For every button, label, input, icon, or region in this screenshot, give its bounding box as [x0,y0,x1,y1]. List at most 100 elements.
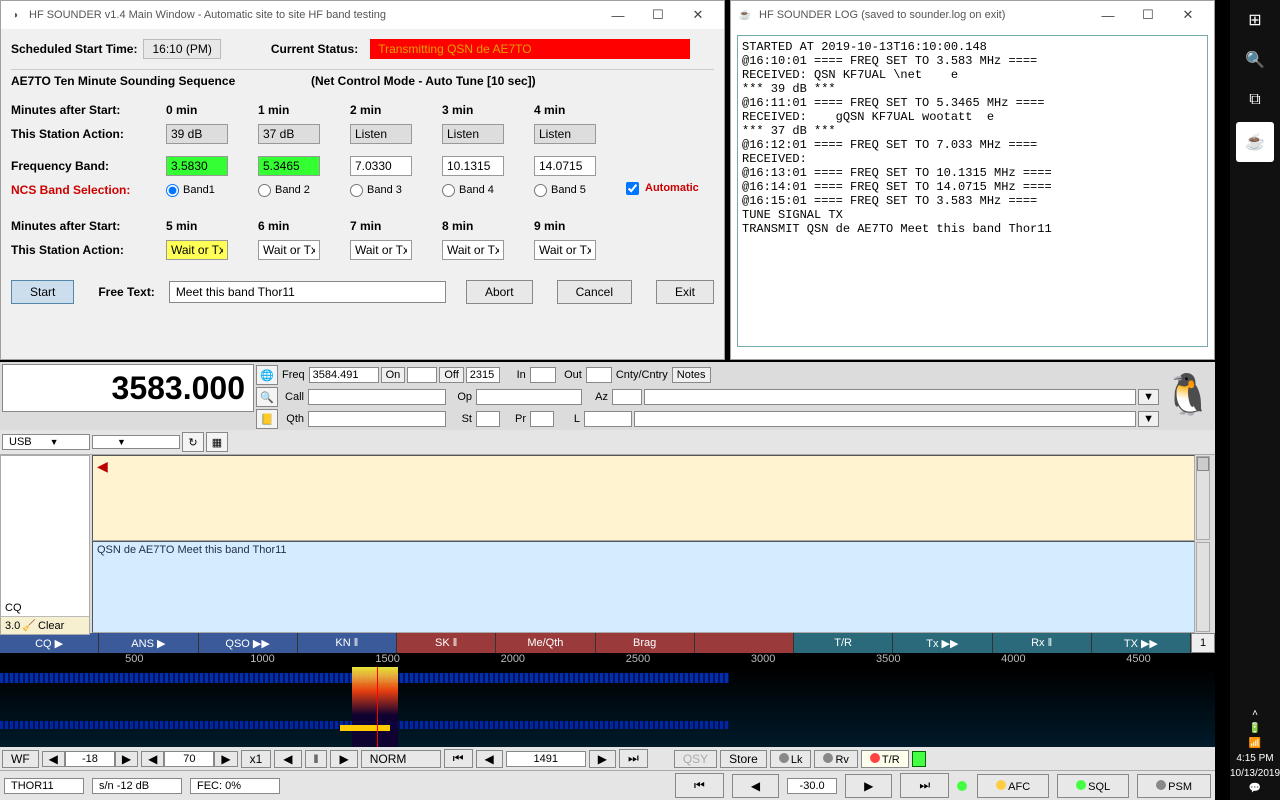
action-2[interactable] [350,124,412,144]
titlebar[interactable]: ◑ HF SOUNDER v1.4 Main Window - Automati… [1,1,724,29]
freq-4[interactable] [534,156,596,176]
search-icon[interactable]: 🔍 [1230,40,1280,80]
action2-4[interactable] [534,240,596,260]
afc-button[interactable]: AFC [977,774,1049,798]
notes-tab[interactable]: Notes [672,367,711,383]
wifi-icon[interactable]: 📶 [1249,736,1261,751]
psm-button[interactable]: PSM [1137,774,1211,798]
norm-button[interactable]: NORM [361,750,441,768]
macro-3[interactable]: KN ‖ [298,633,397,653]
action-1[interactable] [258,124,320,144]
macro-7[interactable] [695,633,794,653]
tr-button[interactable]: T/R [861,750,909,768]
taskview-icon[interactable]: ⧉ [1230,80,1280,120]
macro-8[interactable]: T/R [794,633,893,653]
cancel-button[interactable]: Cancel [557,280,632,304]
macro-1[interactable]: ANS ▶ [99,633,198,653]
log-close[interactable]: ✕ [1168,1,1208,29]
lvl-rr[interactable]: ⏭ [900,773,949,798]
freq-input[interactable] [309,367,379,383]
scroll-rr[interactable]: ▶ [330,750,357,768]
freq-3[interactable] [442,156,504,176]
close-button[interactable]: ✕ [678,1,718,29]
v1-right[interactable]: ▶ [115,751,138,767]
notes-dd[interactable]: ▼ [1138,389,1159,405]
cq-field[interactable]: CQ [1,600,89,616]
extra-dd[interactable]: ▼ [1138,411,1159,427]
log-titlebar[interactable]: ☕ HF SOUNDER LOG (saved to sounder.log o… [731,1,1214,29]
band-radio-1[interactable] [258,184,271,197]
abort-button[interactable]: Abort [466,280,533,304]
notes-input[interactable] [644,389,1136,405]
log-maximize[interactable]: ☐ [1128,1,1168,29]
call-input[interactable] [308,389,446,405]
nav-l[interactable]: ◀ [476,750,503,768]
op-input[interactable] [476,389,582,405]
scroll-pause[interactable]: ‖ [305,750,328,768]
macro-page[interactable]: 1 [1191,633,1215,653]
off-button[interactable]: Off [439,367,463,383]
qrz-icon[interactable]: 📒 [256,409,278,429]
waterfall[interactable] [0,667,1215,747]
battery-icon[interactable]: 🔋 [1249,721,1261,736]
start-button-win[interactable]: ⊞ [1230,0,1280,40]
action2-1[interactable] [258,240,320,260]
mode-dropdown[interactable]: USB▼ [2,434,90,450]
nav-r[interactable]: ▶ [589,750,616,768]
action2-0[interactable] [166,240,228,260]
tx-pane[interactable]: QSN de AE7TO Meet this band Thor11 [92,541,1195,633]
action2-3[interactable] [442,240,504,260]
on-button[interactable]: On [381,367,406,383]
out-input[interactable] [586,367,612,383]
log-text[interactable]: STARTED AT 2019-10-13T16:10:00.148 @16:1… [737,35,1208,347]
level-value[interactable]: -30.0 [787,778,837,794]
v1-value[interactable]: -18 [65,751,115,767]
action-0[interactable] [166,124,228,144]
lvl-r[interactable]: ▶ [845,774,892,798]
tx-scrollbar[interactable] [1196,542,1210,632]
mode2-dropdown[interactable]: ▼ [92,435,180,449]
extra-input[interactable] [634,411,1136,427]
wf-cursor[interactable]: 1491 [506,751,586,767]
lvl-l[interactable]: ◀ [732,774,779,798]
macro-0[interactable]: CQ ▶ [0,633,99,653]
v2-right[interactable]: ▶ [214,751,237,767]
zoom-button[interactable]: x1 [241,750,272,768]
rx-pane[interactable]: ◀ [92,455,1195,541]
notifications-icon[interactable]: 💬 [1249,781,1261,796]
lvl-ll[interactable]: ⏮ [675,773,724,798]
tray-chevron[interactable]: ˄ [1252,706,1258,721]
store-button[interactable]: Store [720,750,767,768]
band-radio-4[interactable] [534,184,547,197]
macro-2[interactable]: QSO ▶▶ [199,633,298,653]
macro-10[interactable]: Rx ‖ [993,633,1092,653]
action2-2[interactable] [350,240,412,260]
maximize-button[interactable]: ☐ [638,1,678,29]
action-4[interactable] [534,124,596,144]
rv-button[interactable]: Rv [814,750,857,768]
freetext-input[interactable] [169,281,446,303]
band-radio-2[interactable] [350,184,363,197]
vfo-frequency[interactable]: 3583.000 [2,364,254,412]
action-3[interactable] [442,124,504,144]
freq-0[interactable] [166,156,228,176]
freq-1[interactable] [258,156,320,176]
macro-5[interactable]: Me/Qth [496,633,595,653]
on-value[interactable] [407,367,437,383]
v2-left[interactable]: ◀ [141,751,164,767]
lookup-icon[interactable]: 🔍 [256,387,278,407]
java-task-icon[interactable]: ☕ [1236,122,1274,162]
qsy-button[interactable]: QSY [674,750,717,768]
macro-9[interactable]: Tx ▶▶ [893,633,992,653]
automatic-checkbox[interactable] [626,182,639,195]
nav-rr[interactable]: ⏭ [619,749,648,768]
nav-ll[interactable]: ⏮ [444,749,473,768]
minimize-button[interactable]: — [598,1,638,29]
tray-date[interactable]: 10/13/2019 [1230,766,1280,781]
v1-left[interactable]: ◀ [42,751,65,767]
macro-4[interactable]: SK ‖ [397,633,496,653]
pr-input[interactable] [530,411,554,427]
freq-2[interactable] [350,156,412,176]
config-icon[interactable]: ▦ [206,432,228,452]
band-radio-0[interactable] [166,184,179,197]
